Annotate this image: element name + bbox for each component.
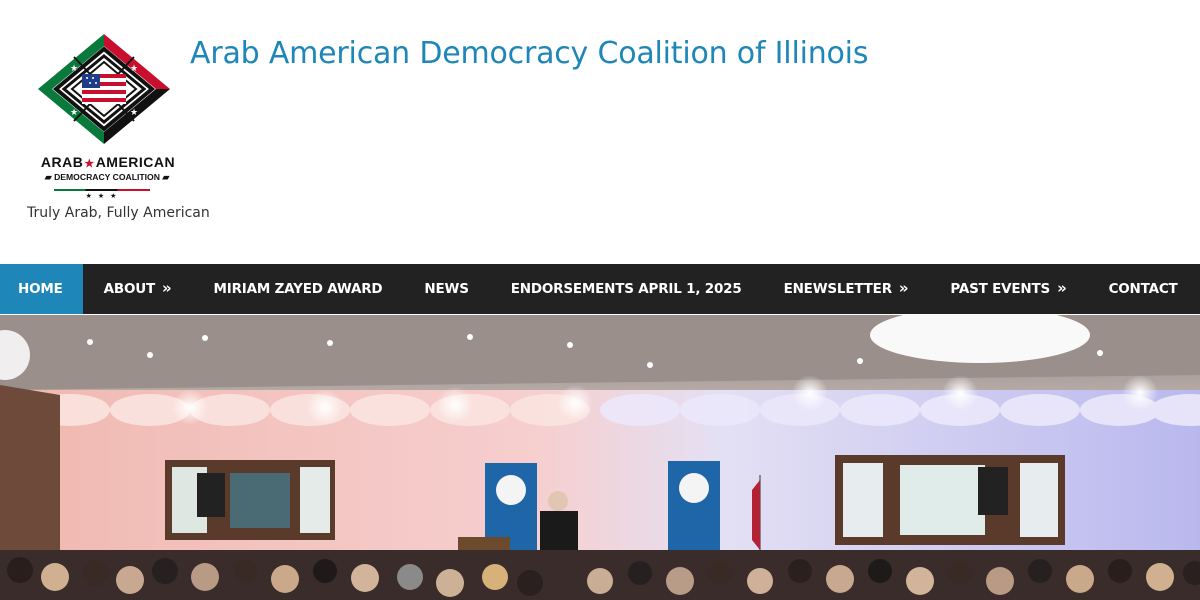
site-tagline: Truly Arab, Fully American [27,205,210,221]
elephant-icon: ▰ [162,172,170,182]
diamond-flag-logo-icon: ★ ★ ★ ★ [38,34,170,144]
submenu-chevron-icon: » [162,278,172,297]
donkey-icon: ▰ [44,172,52,182]
submenu-chevron-icon: » [1057,278,1067,297]
logo-subtitle: ▰ DEMOCRACY COALITION ▰ [44,172,170,182]
logo-stars: ★ ★ ★ [82,192,122,200]
submenu-chevron-icon: » [898,278,909,297]
nav-item-about[interactable]: ABOUT» [83,264,193,314]
main-navigation: HOME ABOUT» MIRIAM ZAYED AWARD NEWS ENDO… [0,264,1200,314]
site-header: ★ ★ ★ ★ ARAB★AMERICAN ▰ DEMOCRACY COALIT… [0,0,1200,264]
nav-item-enewsletter[interactable]: ENEWSLETTER» [763,264,930,314]
nav-item-past-events[interactable]: PAST EVENTS» [929,264,1087,314]
nav-item-home[interactable]: HOME [0,264,83,314]
svg-text:★: ★ [70,108,78,118]
site-title[interactable]: Arab American Democracy Coalition of Ill… [190,36,868,71]
logo-divider [54,189,150,191]
svg-text:★: ★ [130,108,138,118]
svg-text:★: ★ [70,64,78,74]
svg-text:★: ★ [130,64,138,74]
nav-item-contact[interactable]: CONTACT [1088,264,1199,314]
logo-wordmark: ARAB★AMERICAN [40,154,176,170]
nav-item-news[interactable]: NEWS [403,264,489,314]
banquet-hall-photo [0,315,1200,600]
site-logo[interactable]: ★ ★ ★ ★ ARAB★AMERICAN ▰ DEMOCRACY COALIT… [22,32,192,202]
nav-item-miriam-zayed-award[interactable]: MIRIAM ZAYED AWARD [193,264,404,314]
nav-item-endorsements[interactable]: ENDORSEMENTS APRIL 1, 2025 [490,264,763,314]
hero-banner [0,315,1200,600]
